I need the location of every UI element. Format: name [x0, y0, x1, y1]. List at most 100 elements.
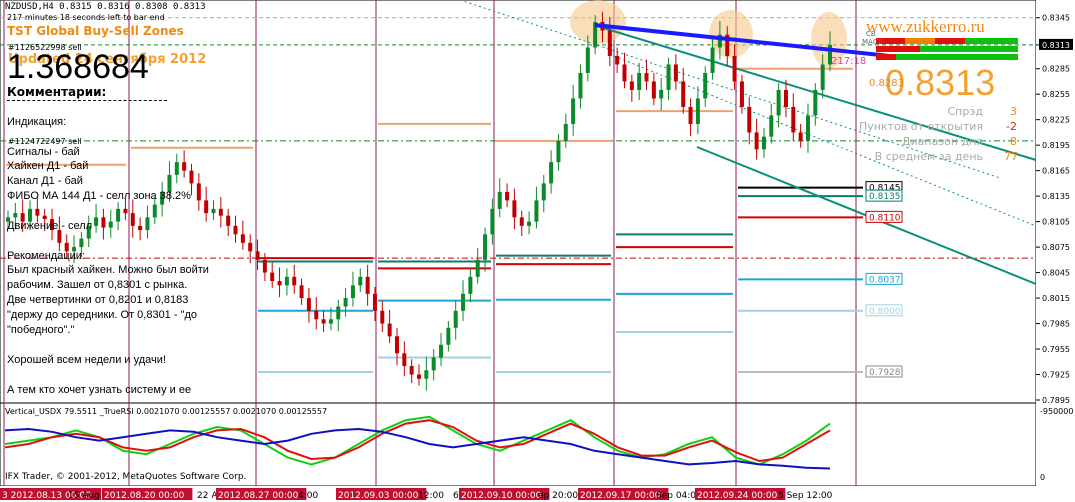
candle-body — [776, 89, 781, 116]
candle-body — [424, 370, 429, 379]
candle-body — [747, 106, 752, 133]
stat-label-daily-avg: В среднем за день — [874, 150, 983, 163]
time-label: 2012.08.20 00:00 — [104, 491, 185, 501]
candle-body — [783, 89, 788, 107]
candle-body — [57, 230, 62, 243]
candle-body — [688, 106, 693, 124]
big-quote: 1.368684 — [7, 48, 149, 86]
price-tick-label: 0.7955 — [1042, 345, 1070, 354]
candle-body — [732, 55, 737, 82]
candle-body — [409, 366, 414, 375]
level-label-text: 0.8135 — [869, 192, 901, 202]
candle-body — [571, 98, 576, 124]
candle-body — [336, 306, 341, 320]
time-label: 15 Aug — [68, 491, 100, 501]
candle-body — [541, 183, 546, 201]
candle-body — [343, 298, 348, 307]
time-label: 2012.09.10 00:00 — [461, 491, 542, 501]
comment-line: Индикация: — [7, 116, 67, 128]
ticket-sell-2: #1124722497 sell — [8, 137, 82, 146]
candle-body — [453, 310, 458, 328]
comment-line: Движение - селл — [7, 220, 93, 232]
candle-body — [152, 204, 157, 218]
price-tick-label: 0.7985 — [1042, 320, 1070, 329]
candle-body — [145, 217, 150, 231]
candle-body — [255, 251, 260, 260]
candle-body — [35, 208, 40, 216]
candle-body — [468, 276, 473, 294]
candle-body — [681, 81, 686, 107]
candle-body — [174, 162, 179, 175]
candle-body — [380, 310, 385, 324]
candle-body — [270, 272, 275, 282]
candle-body — [519, 217, 524, 226]
candle-body — [42, 215, 47, 220]
candle-body — [182, 162, 187, 171]
candle-body — [512, 200, 517, 218]
candle-body — [204, 200, 209, 214]
candle-body — [505, 191, 510, 201]
price-tick-label: 0.8135 — [1042, 192, 1070, 201]
stat-value-day-range: 8 — [1010, 135, 1017, 148]
candle-body — [292, 276, 297, 286]
candle-body — [666, 64, 671, 90]
candle-body — [138, 225, 143, 231]
candle-body — [350, 285, 355, 299]
candle-body — [240, 234, 245, 243]
candle-body — [431, 357, 436, 371]
mt4-chart-window[interactable]: СВ МАСД 0.8345 0.8313 0.8285 0.8255 0.8225 0.… — [0, 0, 1075, 502]
symbol-ohlc-line: NZDUSD,H4 0.8315 0.8316 0.8308 0.8313 — [5, 2, 206, 12]
grid-label-macd: МАСД — [862, 38, 884, 46]
level-label-text: 0.8110 — [869, 213, 901, 223]
candle-body — [497, 191, 502, 209]
candle-body — [563, 123, 568, 141]
candle-body — [820, 64, 825, 90]
candle-body — [306, 298, 311, 311]
candle-body — [695, 98, 700, 124]
candle-body — [622, 64, 627, 82]
level-label-text: 0.8000 — [869, 307, 901, 317]
indicator-title: TST Global Buy-Sell Zones — [7, 24, 184, 38]
candle-body — [615, 55, 620, 65]
candle-body — [607, 30, 612, 56]
comment-line: Сигналы - бай — [7, 146, 80, 158]
candle-body — [233, 225, 238, 235]
comment-line: ФИБО МА 144 Д1 - селл зона 38.2% — [7, 190, 191, 202]
time-axis[interactable]: 3 2012.08.13 00:0015 Aug 2012.08.20 00:00… — [0, 486, 1075, 502]
candle-body — [483, 234, 488, 260]
candle-body — [673, 64, 678, 82]
candle-body — [365, 276, 370, 294]
time-label: 2012.09.17 00:00 — [580, 491, 661, 501]
price-tick-label: 0.8195 — [1042, 141, 1070, 150]
candle-body — [490, 208, 495, 235]
comment-line: Рекомендации: — [7, 250, 85, 262]
candle-body — [527, 221, 532, 226]
candle-body — [189, 170, 194, 184]
time-label: ep 20:00 — [538, 491, 578, 501]
candle-body — [417, 374, 421, 379]
candle-body — [402, 353, 407, 367]
candle-body — [578, 72, 583, 99]
level-label-text: 0.7928 — [869, 368, 901, 378]
candle-body — [629, 81, 634, 90]
comment-line: Был красный хайкен. Можно был войти — [7, 264, 209, 276]
candle-body — [637, 72, 642, 90]
price-tick-label: 0.7895 — [1042, 396, 1070, 405]
candle-body — [446, 327, 451, 345]
candle-body — [321, 319, 326, 324]
candle-body — [651, 81, 656, 99]
stat-value-daily-avg: 77 — [1004, 150, 1018, 163]
candle-body — [108, 221, 113, 228]
candle-body — [534, 200, 539, 222]
time-label: 6 — [453, 491, 459, 501]
watermark-url[interactable]: www.zukkerro.ru — [866, 17, 985, 37]
stat-value-spread: 3 — [1010, 105, 1017, 118]
candle-body — [211, 208, 216, 214]
comment-line: рабочим. Зашел от 0,8301 с рынка. — [7, 279, 188, 291]
candle-body — [585, 47, 590, 73]
price-tag: 0.8283 — [869, 78, 904, 89]
price-tick-label: 0.8255 — [1042, 90, 1070, 99]
candle-body — [218, 208, 223, 216]
comment-line: "победного"." — [7, 324, 75, 336]
candle-body — [703, 72, 708, 99]
